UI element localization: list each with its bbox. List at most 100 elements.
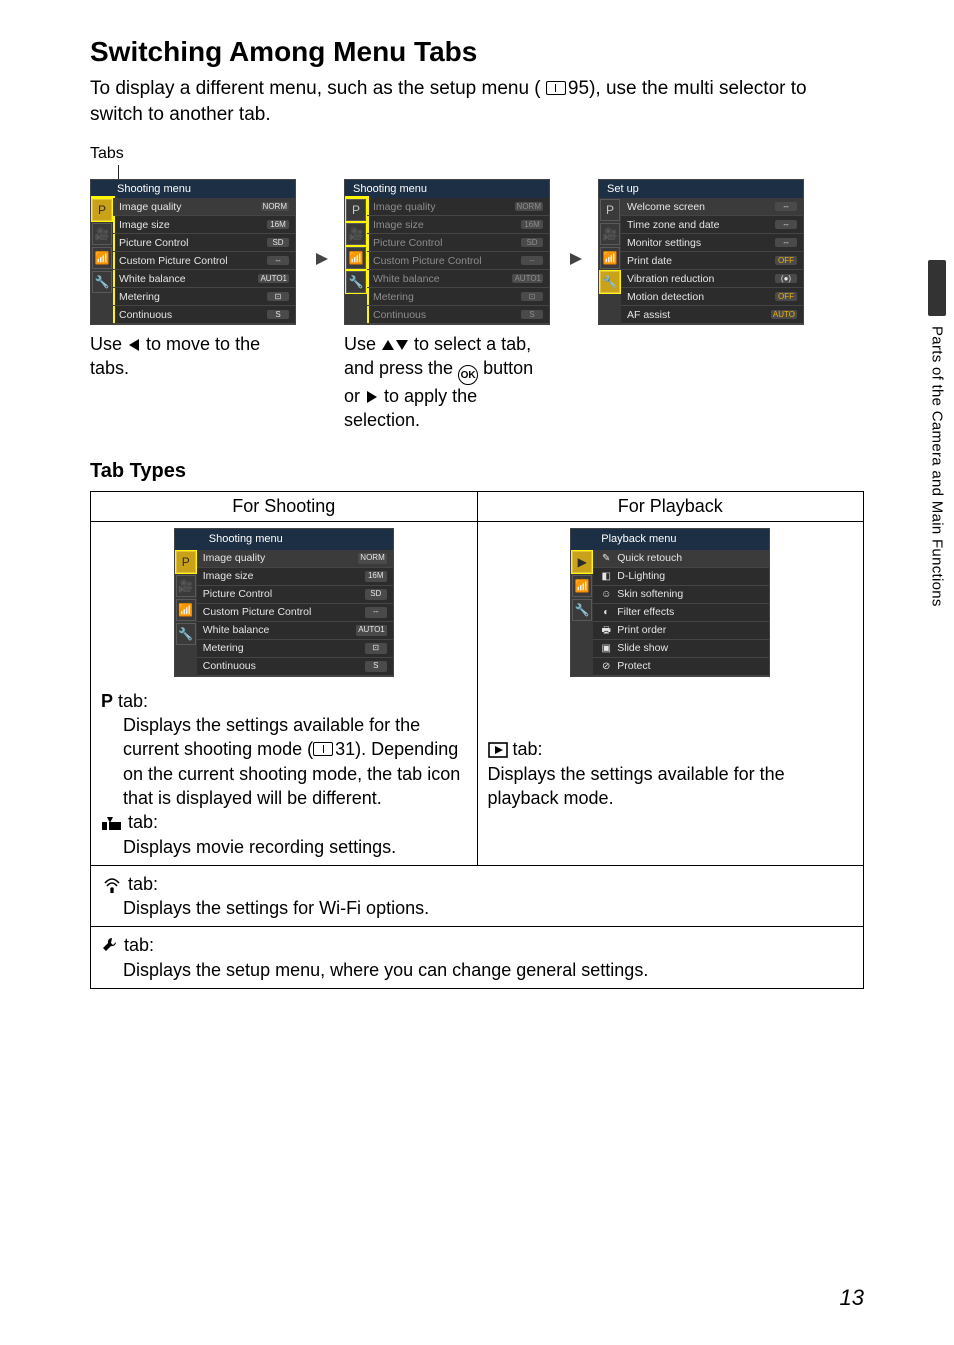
shooting-tab-desc-cell: P tab: Displays the settings available f… bbox=[91, 683, 478, 866]
menu-list: Image qualityNORM Image size16M Picture … bbox=[367, 198, 549, 324]
dlighting-icon: ◧ bbox=[599, 570, 613, 584]
menu-value: OFF bbox=[775, 292, 797, 301]
menu-label: D-Lighting bbox=[617, 570, 665, 582]
menu-value: AUTO bbox=[771, 310, 797, 319]
screen-sequence: Shooting menu P 🎥 📶 🔧 Image qualityNORM … bbox=[90, 179, 864, 432]
menu-value: AUTO1 bbox=[512, 274, 543, 283]
shooting-menu-cell-screen: Shooting menu P 🎥 📶 🔧 Image qualityNORM … bbox=[174, 528, 394, 677]
menu-label: Metering bbox=[119, 291, 160, 303]
p-tab-icon: P bbox=[600, 199, 620, 221]
menu-value: NORM bbox=[358, 553, 386, 564]
th-shooting: For Shooting bbox=[91, 491, 478, 521]
menu-label: Custom Picture Control bbox=[203, 605, 312, 619]
screen-title: Playback menu bbox=[571, 529, 769, 550]
menu-value: (●) bbox=[775, 274, 797, 283]
caption-text: Use bbox=[344, 334, 381, 354]
caption-text: Use bbox=[90, 334, 127, 354]
menu-row: Image qualityNORM bbox=[113, 198, 295, 216]
wifi-tab-icon: 📶 bbox=[176, 599, 196, 621]
menu-value: S bbox=[267, 310, 289, 319]
menu-row: ☺Skin softening bbox=[593, 586, 769, 604]
menu-value: -- bbox=[365, 607, 387, 618]
setup-tab-body: Displays the setup menu, where you can c… bbox=[101, 958, 853, 982]
tab-suffix: tab: bbox=[123, 812, 158, 832]
menu-label: Print date bbox=[627, 255, 672, 267]
menu-value: AUTO1 bbox=[356, 625, 387, 636]
movie-tab-icon bbox=[101, 815, 123, 831]
book-icon bbox=[546, 81, 566, 95]
menu-label: White balance bbox=[373, 273, 440, 285]
menu-label: Continuous bbox=[203, 659, 256, 673]
p-tab-icon: P bbox=[346, 199, 366, 221]
th-playback: For Playback bbox=[477, 491, 864, 521]
menu-row: Vibration reduction(●) bbox=[621, 270, 803, 288]
menu-row: Welcome screen -- bbox=[621, 198, 803, 216]
playback-menu-cell-screen: Playback menu ▶ 📶 🔧 ✎ Quick retouch ◧ D-Li… bbox=[570, 528, 770, 677]
p-tab-label: P bbox=[101, 691, 113, 711]
screen-title: Set up bbox=[599, 180, 803, 198]
ok-button-icon: OK bbox=[458, 365, 478, 385]
menu-label: Motion detection bbox=[627, 291, 704, 303]
menu-value: AUTO1 bbox=[258, 274, 289, 283]
menu-row: Image size16M bbox=[367, 216, 549, 234]
menu-value: S bbox=[521, 310, 543, 319]
wifi-tab-row: tab: Displays the settings for Wi-Fi opt… bbox=[91, 865, 864, 927]
setup-tab-icon: 🔧 bbox=[176, 623, 196, 645]
wifi-tab-body: Displays the settings for Wi-Fi options. bbox=[101, 896, 853, 920]
menu-row: ContinuousS bbox=[367, 306, 549, 324]
protect-icon: ⊘ bbox=[599, 660, 613, 674]
menu-label: White balance bbox=[119, 273, 186, 285]
menu-row: Motion detection OFF bbox=[621, 288, 803, 306]
menu-row: Image qualityNORM bbox=[367, 198, 549, 216]
play-tab-icon bbox=[488, 742, 508, 758]
menu-value: 16M bbox=[267, 220, 289, 229]
menu-row: 🖶Print order bbox=[593, 622, 769, 640]
page-number: 13 bbox=[840, 1285, 864, 1311]
menu-label: Quick retouch bbox=[617, 552, 682, 564]
up-arrow-icon bbox=[381, 338, 395, 352]
print-icon: 🖶 bbox=[599, 624, 613, 638]
sequence-arrow-icon bbox=[312, 179, 332, 339]
retouch-icon: ✎ bbox=[599, 552, 613, 566]
menu-label: Welcome screen bbox=[627, 201, 705, 213]
menu-list: Image qualityNORM Image size 16M Picture … bbox=[113, 198, 295, 324]
side-tab-label: Parts of the Camera and Main Functions bbox=[929, 326, 946, 607]
menu-label: Custom Picture Control bbox=[119, 255, 228, 267]
play-tab-body: Displays the settings available for the … bbox=[488, 762, 854, 811]
menu-row: Metering⊡ bbox=[113, 288, 295, 306]
menu-value: -- bbox=[775, 202, 797, 211]
movie-tab-body: Displays movie recording settings. bbox=[101, 835, 467, 859]
filter-icon: ◐ bbox=[599, 606, 613, 620]
menu-row: Picture ControlSD bbox=[113, 234, 295, 252]
wifi-tab-icon: 📶 bbox=[346, 247, 366, 269]
menu-label: Protect bbox=[617, 660, 650, 672]
menu-label: Image size bbox=[373, 219, 424, 231]
menu-value: OFF bbox=[775, 256, 797, 265]
menu-value: -- bbox=[521, 256, 543, 265]
menu-row: Custom Picture Control-- bbox=[113, 252, 295, 270]
movie-tab-icon: 🎥 bbox=[92, 223, 112, 245]
tab-column: ▶ 📶 🔧 bbox=[571, 550, 593, 676]
menu-label: White balance bbox=[203, 623, 270, 637]
tab-column: P 🎥 📶 🔧 bbox=[599, 198, 621, 324]
menu-value: SD bbox=[521, 238, 543, 247]
screen-title: Shooting menu bbox=[345, 180, 549, 198]
menu-label: Picture Control bbox=[373, 237, 442, 249]
setup-menu-screen: Set up P 🎥 📶 🔧 Welcome screen-- Time zon… bbox=[598, 179, 804, 325]
menu-row: White balance AUTO1 bbox=[367, 270, 549, 288]
menu-value: -- bbox=[775, 238, 797, 247]
menu-list: Welcome screen-- Time zone and date-- Mo… bbox=[621, 198, 803, 324]
movie-tab-icon: 🎥 bbox=[176, 575, 196, 597]
menu-row: ◧ D-Lighting bbox=[593, 568, 769, 586]
menu-row: Image qualityNORM bbox=[197, 550, 393, 568]
p-tab-icon: P bbox=[176, 551, 196, 573]
menu-row: White balance AUTO1 bbox=[113, 270, 295, 288]
play-tab-icon: ▶ bbox=[572, 551, 592, 573]
setup-tab-icon: 🔧 bbox=[92, 271, 112, 293]
intro-paragraph: To display a different menu, such as the… bbox=[90, 76, 864, 127]
menu-label: Metering bbox=[373, 291, 414, 303]
playback-tab-desc-cell: tab: Displays the settings available for… bbox=[477, 683, 864, 866]
wifi-tab-icon: 📶 bbox=[92, 247, 112, 269]
menu-label: Image size bbox=[119, 219, 170, 231]
section-heading: Switching Among Menu Tabs bbox=[90, 36, 864, 68]
